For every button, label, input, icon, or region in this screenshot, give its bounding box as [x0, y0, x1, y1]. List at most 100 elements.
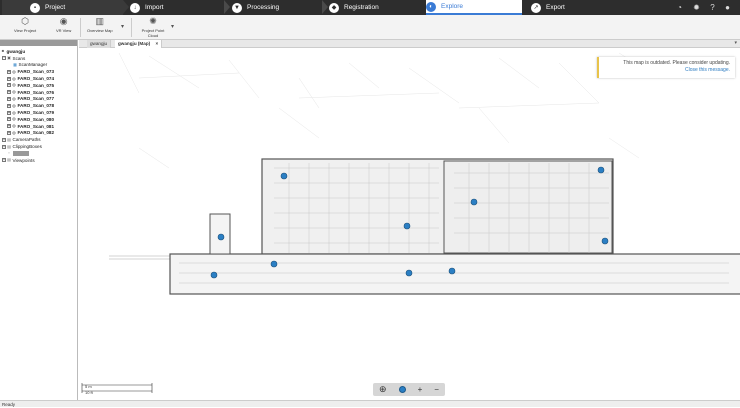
scan-label: FARO_Scan_079 [17, 110, 55, 116]
view-tabs-bar: gwangju gwangju (Map) × ▾ [79, 40, 740, 48]
help-icon[interactable]: ? [708, 3, 717, 12]
expand-icon[interactable]: + [2, 158, 6, 163]
user-icon[interactable]: ● [723, 3, 732, 12]
expand-icon[interactable]: + [7, 69, 11, 74]
point-cloud-dropdown-icon[interactable]: ▾ [171, 23, 174, 30]
overview-map-dropdown-icon[interactable]: ▾ [121, 23, 124, 30]
scan-icon: ◎ [12, 116, 16, 122]
scan-marker[interactable] [403, 222, 411, 230]
scan-icon: ◎ [12, 109, 16, 115]
vr-view-button[interactable]: ◉ VR View [56, 16, 71, 33]
scan-icon: ◎ [12, 95, 16, 101]
expand-icon[interactable]: + [2, 144, 6, 149]
view-project-button[interactable]: ⬡ View Project [14, 16, 36, 33]
tree-scan-item[interactable]: + ◎ FARO_Scan_080 [1, 116, 76, 123]
tab-processing[interactable]: ▼ Processing [232, 0, 324, 15]
tab-import[interactable]: ↓ Import [130, 0, 226, 15]
scan-marker[interactable] [597, 166, 605, 174]
clipping-boxes-icon: ▤ [7, 143, 11, 149]
zoom-out-button[interactable]: − [434, 385, 439, 394]
settings-icon[interactable]: ✹ [692, 3, 701, 12]
registration-icon: ◆ [329, 2, 339, 13]
scan-icon: ◎ [12, 102, 16, 108]
tab-export[interactable]: ↗ Export [531, 0, 627, 15]
scan-label: FARO_Scan_076 [17, 89, 55, 95]
scan-label: FARO_Scan_080 [17, 116, 55, 122]
viewpoints-icon: ▤ [7, 157, 11, 163]
scan-marker[interactable] [405, 269, 413, 277]
scanmanager-icon: ▦ [13, 61, 17, 67]
tree-scan-item[interactable]: + ◎ FARO_Scan_076 [1, 89, 76, 96]
tab-registration[interactable]: ◆ Registration [329, 0, 425, 15]
scan-icon: ◎ [12, 123, 16, 129]
tree-viewpoints[interactable]: + ▤ Viewpoints [1, 157, 76, 164]
expand-icon[interactable]: + [7, 124, 11, 129]
scan-marker[interactable] [601, 237, 609, 245]
noise-scan-lines [118, 52, 660, 169]
scan-label: FARO_Scan_075 [17, 82, 55, 88]
expand-icon[interactable]: + [7, 130, 11, 135]
ribbon-toolbar: ⬡ View Project ◉ VR View ▥ Overview Map … [0, 15, 740, 40]
scan-label: FARO_Scan_077 [17, 96, 55, 102]
scan-marker[interactable] [210, 271, 218, 279]
explore-icon: ◐ [426, 1, 436, 12]
tree-scan-item[interactable]: + ◎ FARO_Scan_079 [1, 109, 76, 116]
expand-icon[interactable]: + [7, 117, 11, 122]
overview-map-canvas[interactable] [79, 48, 740, 400]
tree-scan-item[interactable]: + ◎ FARO_Scan_074 [1, 75, 76, 82]
tab-project[interactable]: ▪ Project [2, 0, 123, 15]
item-icon: ▫ [8, 150, 10, 156]
scans-folder-icon: ▣ [7, 55, 11, 61]
selection-highlight [12, 150, 29, 156]
scan-label: FARO_Scan_082 [17, 130, 55, 136]
scan-marker[interactable] [217, 233, 225, 241]
floorplan-svg [81, 52, 740, 393]
scan-marker[interactable] [448, 267, 456, 275]
zoom-icon[interactable]: ⊕ [379, 384, 387, 395]
scan-location-icon[interactable] [398, 386, 406, 393]
expand-icon[interactable]: + [7, 110, 11, 115]
close-notice-link[interactable]: Close this message. [604, 67, 730, 74]
scan-icon: ◎ [12, 129, 16, 135]
close-tab-icon[interactable]: × [155, 41, 158, 46]
puzzle-icon[interactable]: ◔ [675, 3, 684, 12]
view-tab-gwangju[interactable]: gwangju [87, 40, 112, 48]
scan-marker[interactable] [280, 172, 288, 180]
tab-explore[interactable]: ◐ Explore [426, 0, 522, 15]
zoom-in-button[interactable]: + [418, 385, 423, 394]
tree-scan-item[interactable]: + ◎ FARO_Scan_078 [1, 102, 76, 109]
outdated-map-notice: This map is outdated. Please consider up… [597, 57, 735, 78]
tree-scan-item[interactable]: + ◎ FARO_Scan_075 [1, 82, 76, 89]
tree-scans[interactable]: − ▣ Scans [1, 55, 76, 62]
tree-selected-item[interactable]: ▫ [1, 150, 76, 157]
cube-icon: ⬡ [21, 16, 29, 26]
scan-label: FARO_Scan_078 [17, 103, 55, 109]
tree-scan-item[interactable]: + ◎ FARO_Scan_077 [1, 96, 76, 103]
project-point-cloud-button[interactable]: ✺ Project Point Cloud [139, 16, 167, 38]
camera-paths-icon: ▤ [7, 136, 11, 142]
expand-icon[interactable]: + [7, 90, 11, 95]
collapse-icon[interactable]: − [2, 56, 6, 61]
overview-map-button[interactable]: ▥ Overview Map [87, 16, 113, 33]
tree-camerapaths[interactable]: + ▤ CameraPaths [1, 136, 76, 143]
view-tab-gwangju-map[interactable]: gwangju (Map) × [115, 40, 163, 48]
expand-icon[interactable]: + [2, 137, 6, 142]
expand-icon[interactable]: + [7, 96, 11, 101]
tabs-dropdown-icon[interactable]: ▾ [734, 40, 737, 46]
scan-marker[interactable] [470, 198, 478, 206]
tree-root[interactable]: ■ gwangju [1, 48, 76, 55]
tree-clippingboxes[interactable]: + ▤ ClippingBoxes [1, 143, 76, 150]
expand-icon[interactable]: + [7, 103, 11, 108]
vr-headset-icon: ◉ [59, 16, 68, 26]
tree-scanmanager[interactable]: ▦ ScanManager [1, 62, 76, 69]
corridor-outline [169, 253, 740, 295]
expand-icon[interactable]: + [7, 83, 11, 88]
tree-scan-item[interactable]: + ◎ FARO_Scan_081 [1, 123, 76, 130]
tree-scan-item[interactable]: + ◎ FARO_Scan_082 [1, 130, 76, 137]
top-navigation-bar: ▪ Project ↓ Import ▼ Processing ◆ Regist… [0, 0, 740, 15]
expand-icon[interactable]: + [7, 76, 11, 81]
tree-scan-item[interactable]: + ◎ FARO_Scan_073 [1, 68, 76, 75]
project-structure-tree: ■ gwangju − ▣ Scans ▦ ScanManager + ◎ FARO… [0, 40, 78, 400]
scan-marker[interactable] [270, 260, 278, 268]
scan-icon: ◎ [12, 89, 16, 95]
